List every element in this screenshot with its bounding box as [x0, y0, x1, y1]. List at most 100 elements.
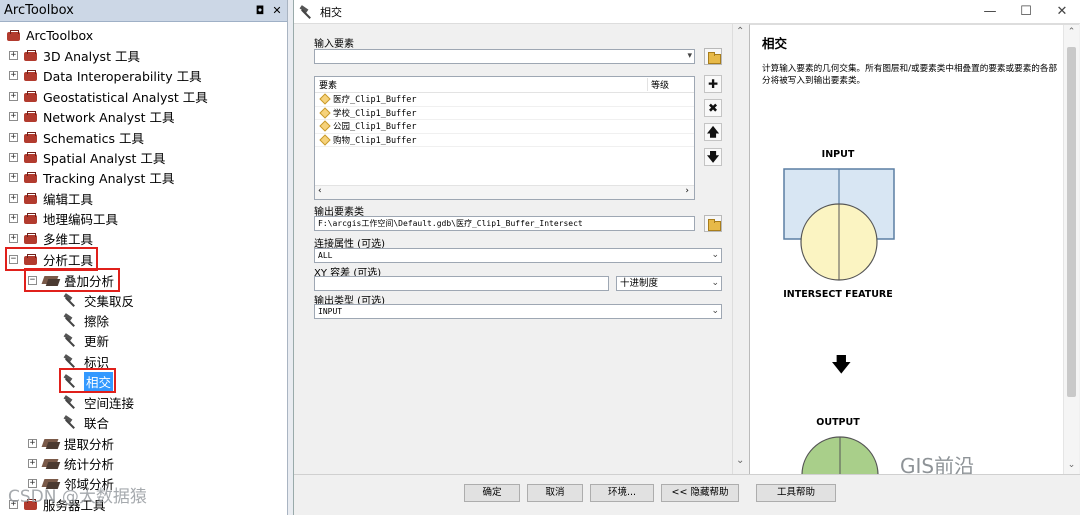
tree-tool-symdiff[interactable]: 交集取反 — [62, 290, 134, 310]
tree-tool-union[interactable]: 联合 — [62, 412, 109, 432]
xy-tolerance-input[interactable] — [314, 276, 609, 291]
tree-tool-erase[interactable]: 擦除 — [62, 310, 109, 330]
input-features-list[interactable]: 要素 等级 医疗_Clip1_Buffer 学校_Clip1_Buffer 公园… — [314, 76, 695, 200]
tool-label: 擦除 — [84, 313, 110, 329]
list-item[interactable]: 购物_Clip1_Buffer — [315, 134, 694, 147]
toolset-icon — [42, 457, 60, 470]
tree-item-geocoding[interactable]: + 地理编码工具 — [9, 208, 118, 228]
scroll-up-icon[interactable]: ⌃ — [1064, 27, 1079, 37]
tree-tool-spatial-join[interactable]: 空间连接 — [62, 392, 134, 412]
toolbox-icon — [23, 171, 39, 184]
tree-item-extract[interactable]: + 提取分析 — [28, 433, 114, 453]
output-type-select[interactable]: INPUT ⌄ — [314, 304, 722, 319]
dropdown-arrow-icon[interactable]: ▾ — [687, 50, 692, 63]
tool-label: 更新 — [84, 333, 110, 349]
tree-item-3d-analyst[interactable]: + 3D Analyst 工具 — [9, 45, 140, 65]
chevron-down-icon[interactable]: ⌄ — [711, 249, 719, 262]
cancel-button[interactable]: 取消 — [527, 484, 583, 502]
intersect-dialog: 相交 — ☐ ✕ 输入要素 ▾ 要素 等级 医疗_Clip1_Buffer 学校… — [293, 0, 1080, 515]
hammer-icon — [62, 415, 80, 429]
expand-icon[interactable]: + — [28, 438, 37, 448]
expand-icon[interactable]: + — [9, 50, 18, 60]
expand-icon[interactable]: + — [9, 70, 18, 80]
chevron-down-icon[interactable]: ⌄ — [711, 305, 719, 318]
tree-item-label: 地理编码工具 — [43, 211, 119, 227]
ok-button[interactable]: 确定 — [464, 484, 520, 502]
input-features-label: 输入要素 — [314, 39, 354, 50]
toolbox-icon — [23, 90, 39, 103]
expand-icon[interactable]: + — [9, 213, 18, 223]
tree-root[interactable]: ArcToolbox — [6, 25, 93, 45]
tree-item-label: Schematics 工具 — [43, 130, 144, 146]
pin-icon[interactable]: ◘ — [253, 4, 267, 17]
help-scrollbar[interactable]: ⌃ ⌄ — [1063, 25, 1079, 474]
move-up-button[interactable]: 🡅 — [704, 123, 722, 141]
scroll-up-icon[interactable]: ⌃ — [736, 26, 744, 37]
toolbox-icon — [23, 192, 39, 205]
form-scrollbar[interactable]: ⌃ ⌄ — [732, 24, 748, 474]
scroll-left-icon[interactable]: ‹ — [318, 186, 322, 196]
move-down-button[interactable]: 🡇 — [704, 148, 722, 166]
environments-button[interactable]: 环境... — [590, 484, 654, 502]
expand-icon[interactable]: + — [9, 233, 18, 243]
expand-icon[interactable]: + — [28, 458, 37, 468]
list-item[interactable]: 医疗_Clip1_Buffer — [315, 93, 694, 107]
output-field[interactable]: F:\arcgis工作空间\Default.gdb\医疗_Clip1_Buffe… — [314, 216, 695, 231]
hide-help-button[interactable]: << 隐藏帮助 — [661, 484, 739, 502]
toolbox-title: ArcToolbox — [4, 3, 74, 18]
add-row-button[interactable]: ✚ — [704, 75, 722, 93]
join-attributes-select[interactable]: ALL ⌄ — [314, 248, 722, 263]
tree-item-schematics[interactable]: + Schematics 工具 — [9, 127, 144, 147]
close-button[interactable]: ✕ — [1044, 4, 1080, 19]
list-header: 要素 等级 — [315, 77, 694, 93]
tree-item-label: Geostatistical Analyst 工具 — [43, 89, 208, 105]
tree-item-statistics[interactable]: + 统计分析 — [28, 453, 114, 473]
tree-item-label: 3D Analyst 工具 — [43, 48, 140, 64]
browse-output-button[interactable] — [704, 215, 722, 232]
list-item[interactable]: 公园_Clip1_Buffer — [315, 120, 694, 134]
tree-item-tracking-analyst[interactable]: + Tracking Analyst 工具 — [9, 167, 174, 187]
browse-input-button[interactable] — [704, 48, 722, 65]
tree-item-editing[interactable]: + 编辑工具 — [9, 188, 93, 208]
tree-item-geostatistical[interactable]: + Geostatistical Analyst 工具 — [9, 86, 208, 106]
expand-icon[interactable]: + — [9, 152, 18, 162]
tree-item-data-interoperability[interactable]: + Data Interoperability 工具 — [9, 65, 202, 85]
tree-item-multidimension[interactable]: + 多维工具 — [9, 228, 93, 248]
polygon-layer-icon — [319, 107, 331, 119]
csdn-watermark: CSDN @大数据猿 — [8, 487, 147, 507]
expand-icon[interactable]: + — [9, 193, 18, 203]
hammer-icon — [62, 354, 80, 368]
remove-row-button[interactable]: ✖ — [704, 99, 722, 117]
scroll-down-icon[interactable]: ⌄ — [1064, 460, 1079, 470]
tree-item-spatial-analyst[interactable]: + Spatial Analyst 工具 — [9, 147, 165, 167]
tree-root-label: ArcToolbox — [26, 27, 94, 43]
scroll-thumb[interactable] — [1067, 47, 1076, 397]
expand-icon[interactable]: + — [9, 172, 18, 182]
help-panel: 相交 计算输入要素的几何交集。所有图层和/或要素类中相叠置的要素或要素的各部分将… — [749, 24, 1079, 474]
tree-item-network-analyst[interactable]: + Network Analyst 工具 — [9, 106, 175, 126]
expand-icon[interactable]: + — [9, 132, 18, 142]
hammer-icon — [62, 333, 80, 347]
tool-label: 联合 — [84, 415, 110, 431]
help-description: 计算输入要素的几何交集。所有图层和/或要素类中相叠置的要素或要素的各部分将被写入… — [762, 64, 1058, 86]
toolbox-titlebar: ArcToolbox ◘ ✕ — [0, 0, 287, 22]
expand-icon[interactable]: + — [9, 111, 18, 121]
list-scrollbar[interactable]: ‹ › — [315, 185, 694, 199]
toolbox-icon — [6, 29, 22, 42]
minimize-button[interactable]: — — [972, 4, 1008, 19]
tree-tool-update[interactable]: 更新 — [62, 330, 109, 350]
polygon-layer-icon — [319, 120, 331, 132]
xy-unit-select[interactable]: 十进制度 ⌄ — [616, 276, 722, 291]
hammer-icon — [62, 313, 80, 327]
chevron-down-icon[interactable]: ⌄ — [711, 277, 719, 290]
tree-item-label: Data Interoperability 工具 — [43, 68, 202, 84]
list-item[interactable]: 学校_Clip1_Buffer — [315, 107, 694, 120]
down-arrow-icon: 🡇 — [831, 352, 852, 376]
scroll-right-icon[interactable]: › — [685, 186, 689, 196]
maximize-button[interactable]: ☐ — [1008, 4, 1044, 19]
scroll-down-icon[interactable]: ⌄ — [736, 455, 744, 466]
expand-icon[interactable]: + — [9, 91, 18, 101]
input-features-field[interactable]: ▾ — [314, 49, 695, 64]
close-icon[interactable]: ✕ — [270, 4, 284, 17]
tool-help-button[interactable]: 工具帮助 — [756, 484, 836, 502]
